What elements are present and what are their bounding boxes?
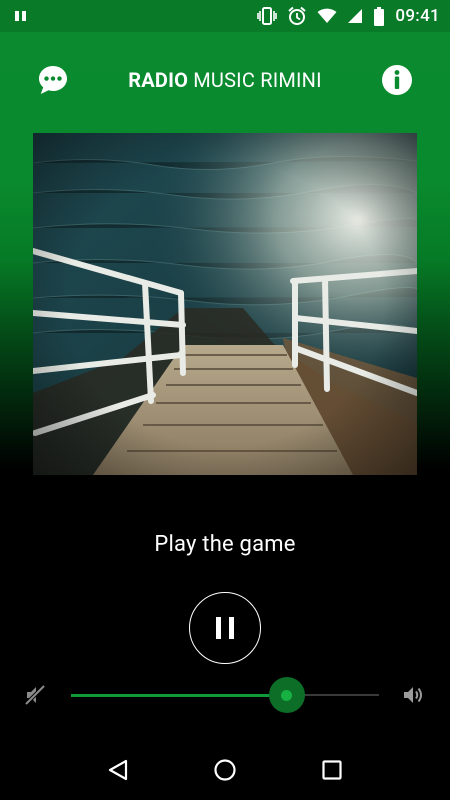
signal-icon xyxy=(348,9,363,23)
chat-button[interactable] xyxy=(36,63,70,97)
wifi-icon xyxy=(317,8,337,23)
vibrate-icon xyxy=(257,7,278,25)
pause-button[interactable] xyxy=(189,592,261,664)
info-button[interactable] xyxy=(380,63,414,97)
app-title-bold: RADIO xyxy=(128,68,189,92)
volume-mute-icon xyxy=(24,684,46,706)
app-header: RADIO MUSIC RIMINI xyxy=(0,32,450,128)
back-icon xyxy=(108,759,127,781)
volume-max-button[interactable] xyxy=(402,684,426,706)
back-button[interactable] xyxy=(103,755,133,785)
chat-icon xyxy=(39,66,67,94)
volume-control xyxy=(0,676,450,714)
album-art-image xyxy=(33,133,417,475)
recents-button[interactable] xyxy=(317,755,347,785)
volume-slider-thumb[interactable] xyxy=(268,677,305,713)
volume-slider-thumb-dot xyxy=(281,689,293,701)
clock: 09:41 xyxy=(395,6,440,26)
app-title: RADIO MUSIC RIMINI xyxy=(128,68,322,92)
volume-slider-fill xyxy=(71,693,287,697)
status-bar: 09:41 xyxy=(0,0,450,32)
system-nav-bar xyxy=(0,740,450,800)
track-title: Play the game xyxy=(154,532,296,557)
home-button[interactable] xyxy=(210,755,240,785)
volume-mute-button[interactable] xyxy=(24,684,46,706)
home-icon xyxy=(214,759,236,781)
volume-slider[interactable] xyxy=(71,677,379,713)
volume-up-icon xyxy=(404,687,422,703)
alarm-icon xyxy=(288,6,307,25)
album-art xyxy=(33,133,417,475)
info-icon xyxy=(381,65,412,95)
recents-icon xyxy=(322,760,342,780)
battery-icon xyxy=(374,6,385,26)
app-title-rest: MUSIC RIMINI xyxy=(188,68,322,92)
notification-icon xyxy=(15,11,26,21)
pause-icon xyxy=(216,617,234,639)
